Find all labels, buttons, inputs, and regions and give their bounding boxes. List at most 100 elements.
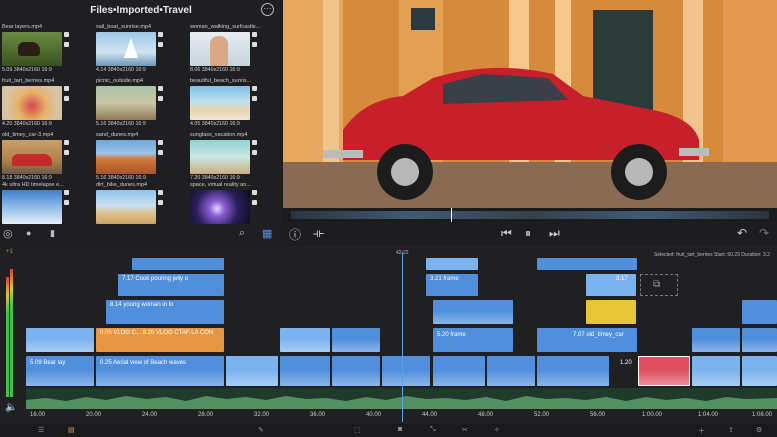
clip-tile[interactable]: sand_dunes.mp4 5.16 3840x2160 16:9 <box>96 132 188 182</box>
ruler-tick: 28.00 <box>198 412 214 418</box>
timeline-clip[interactable] <box>692 356 740 386</box>
timeline-clip[interactable]: 3.17 <box>586 274 636 296</box>
scissors-icon[interactable]: ✂ <box>462 426 468 434</box>
ruler-tick: 48.00 <box>478 412 494 418</box>
timeline-clip[interactable] <box>692 328 740 352</box>
clip-tile[interactable]: beautiful_beach_sunris... 4.05 3840x2160… <box>190 78 282 128</box>
clip-label: 7.17 Cook pouring jelly o <box>122 276 189 282</box>
clip-thumbnail <box>190 140 250 174</box>
timeline-clip-vlog[interactable]: 0.05 VLOG C... 8.20 VLOG CTAF LA CON <box>96 328 224 352</box>
viewer-frame <box>283 0 777 208</box>
ruler-tick: 44.00 <box>422 412 438 418</box>
app-window: Files•Imported•Travel ··· Bear layers.mp… <box>0 0 777 437</box>
add-icon[interactable]: ＋ <box>698 426 705 436</box>
settings-icon[interactable]: ⚙ <box>756 426 762 434</box>
timeline-clip[interactable] <box>742 356 777 386</box>
timeline-clip-yellow[interactable] <box>586 300 636 324</box>
playhead[interactable] <box>402 252 403 422</box>
split-icon[interactable]: ⟛ <box>313 226 324 241</box>
timeline-clip[interactable] <box>132 258 224 270</box>
timeline-clip[interactable] <box>280 356 330 386</box>
level-bar-left <box>6 277 9 397</box>
selected-clip-info: Selected: fruit_tart_berries Start: 50.2… <box>654 252 770 258</box>
clip-tile[interactable]: woman_walking_surfcastle... 8.06 3840x21… <box>190 24 282 74</box>
timeline-clip-aerial[interactable]: 0.25 Aerial view of Beach waves <box>96 356 224 386</box>
timeline-clip-cook[interactable]: 7.17 Cook pouring jelly o <box>118 274 224 296</box>
placeholder-slot[interactable]: ⧉ <box>640 274 678 296</box>
clip-meta: 4.20 3840x2160 16:9 <box>2 121 52 127</box>
timeline-clip[interactable] <box>433 300 513 324</box>
share-icon[interactable]: ⇪ <box>728 426 734 434</box>
browser-toolbar: ◎ ● ▮ ⌕ ▦ <box>0 221 282 245</box>
skip-back-icon[interactable]: ⏮ <box>501 226 512 241</box>
scrubber-handle[interactable] <box>451 208 452 222</box>
clip-tile[interactable]: sail_boat_sunrise.mp4 4.14 3840x2160 16:… <box>96 24 188 74</box>
clip-name: space, virtual reality an... <box>190 182 251 188</box>
preview-scrubber[interactable] <box>283 208 777 222</box>
clip-name: fruit_tart_berries.mp4 <box>2 78 55 84</box>
trash-icon[interactable]: ▮ <box>50 228 55 239</box>
timeline-clip[interactable] <box>433 356 485 386</box>
timeline-clip[interactable] <box>332 356 380 386</box>
timeline-clip-frame-2[interactable]: 5.20 frame <box>433 328 513 352</box>
view-toggle-icon[interactable]: ▦ <box>262 227 272 240</box>
camera-icon[interactable]: ◙ <box>398 426 402 433</box>
timeline-clip[interactable] <box>537 356 609 386</box>
timeline-clip[interactable] <box>226 356 278 386</box>
timeline-clip[interactable] <box>487 356 535 386</box>
timeline-clip-frame[interactable]: 3.21 frame <box>426 274 478 296</box>
more-options-icon[interactable]: ··· <box>261 3 274 16</box>
clip-tile[interactable]: old_timey_car-3.mp4 8.18 3840x2160 16:9 <box>2 132 94 182</box>
clip-tile[interactable]: sunglass_vacation.mp4 7.20 3840x2160 16:… <box>190 132 282 182</box>
speaker-icon[interactable]: 🔈 <box>5 402 17 413</box>
clip-name: woman_walking_surfcastle... <box>190 24 260 30</box>
clip-thumbnail <box>96 190 156 224</box>
timeline-clip-bear[interactable]: 5.09 Bear lay <box>26 356 94 386</box>
media-icon[interactable]: ▤ <box>68 426 75 434</box>
gap-label: 1.20 <box>620 360 632 366</box>
clip-meta: 5.16 3840x2160 16:9 <box>96 121 146 127</box>
clip-name: sand_dunes.mp4 <box>96 132 139 138</box>
skip-forward-icon[interactable]: ⏭ <box>549 226 560 241</box>
clip-name: picnic_outside.mp4 <box>96 78 144 84</box>
edit-icon[interactable]: ✎ <box>258 426 264 434</box>
effects-icon[interactable]: ✧ <box>494 426 500 434</box>
browser-title: Files•Imported•Travel <box>90 4 192 16</box>
crop-icon[interactable]: ⬚ <box>354 426 361 434</box>
clip-tile[interactable]: Bear layers.mp4 5.09 3840x2160 16:9 <box>2 24 94 74</box>
select-check-icon[interactable]: ◎ <box>3 227 13 240</box>
timeline-clip-selected[interactable] <box>638 356 690 386</box>
clip-name: sunglass_vacation.mp4 <box>190 132 248 138</box>
pause-icon[interactable]: ⏸ <box>525 226 531 241</box>
timeline-clip[interactable] <box>26 328 94 352</box>
timeline-clip-old-timey[interactable]: 7.07 old_timey_car <box>537 328 637 352</box>
redo-icon[interactable]: ↷ <box>759 226 769 240</box>
clip-side-icons <box>252 190 258 224</box>
timeline-clip-young-woman[interactable]: 8.14 young woman in lo <box>106 300 224 324</box>
clip-label: 0.25 Aerial view of Beach waves <box>100 360 187 366</box>
audio-level-meter <box>6 262 14 397</box>
timeline-clip[interactable] <box>332 328 380 352</box>
undo-icon[interactable]: ↶ <box>737 226 747 240</box>
transform-icon[interactable]: ⤡ <box>430 426 436 434</box>
timeline-clip[interactable] <box>280 328 330 352</box>
clip-name: 4k ultra HD timelapse e... <box>2 182 64 188</box>
clip-label: 8.14 young woman in lo <box>110 302 174 308</box>
clip-side-icons <box>252 140 258 174</box>
search-icon[interactable]: ⌕ <box>239 227 245 240</box>
clip-side-icons <box>158 32 164 66</box>
timeline-ruler[interactable] <box>26 409 777 423</box>
timeline-clip[interactable] <box>537 258 637 270</box>
timeline-clip[interactable] <box>426 258 478 270</box>
timeline-clip[interactable] <box>742 328 777 352</box>
timeline-clip[interactable] <box>742 300 777 324</box>
clip-tile[interactable]: fruit_tart_berries.mp4 4.20 3840x2160 16… <box>2 78 94 128</box>
media-browser: Files•Imported•Travel ··· Bear layers.mp… <box>0 0 282 245</box>
video-viewer[interactable] <box>283 0 777 208</box>
ruler-tick: 32.00 <box>254 412 270 418</box>
info-icon[interactable]: ⓘ <box>289 226 301 243</box>
clip-tile[interactable]: picnic_outside.mp4 5.16 3840x2160 16:9 <box>96 78 188 128</box>
menu-icon[interactable]: ☰ <box>38 426 44 434</box>
record-icon[interactable]: ● <box>26 228 31 238</box>
timeline-clip[interactable] <box>382 356 430 386</box>
